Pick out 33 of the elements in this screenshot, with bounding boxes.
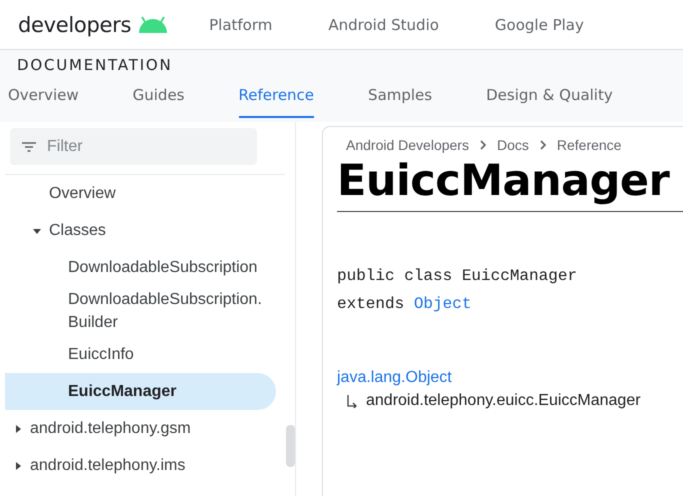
filter-icon [22,142,36,152]
nav-link[interactable]: Android Studio [328,16,439,34]
tab[interactable]: Guides [132,82,184,118]
inherit-arrow-icon [346,394,358,408]
nav-link[interactable]: Platform [209,16,272,34]
tree-item[interactable]: Classes [5,212,276,249]
section-title: DOCUMENTATION [16,55,174,76]
nav-link[interactable]: Google Play [494,16,584,34]
page-title: EuiccManager [337,156,670,206]
class-link[interactable]: java.lang.Object [337,366,452,389]
code-line: public class EuiccManager [337,266,578,287]
chevron-icon [478,140,487,150]
code-line: extends Object [337,294,472,315]
scrollbar-thumb[interactable] [286,425,295,467]
breadcrumb-link[interactable]: Reference [556,137,622,153]
site-logo-text[interactable]: developers [18,12,132,36]
tab[interactable]: Reference [238,82,314,118]
tree-item[interactable]: android.telephony.ims [5,447,276,484]
tree-item[interactable]: DownloadableSubscription [5,249,276,286]
breadcrumb-link[interactable]: Android Developers [346,137,469,153]
tab[interactable]: Overview [8,82,79,118]
filter-field[interactable]: Filter [10,128,257,165]
chevron-icon [538,140,547,150]
tree-item[interactable]: EuiccInfo [5,336,276,373]
tab[interactable]: Design & Quality [486,82,613,118]
class-name: android.telephony.euicc.EuiccManager [366,391,641,411]
tree-item[interactable]: android.telephony.gsm [5,410,276,447]
tree-item[interactable]: Overview [5,175,276,212]
code-link[interactable]: Object [414,295,472,313]
tree-item[interactable]: DownloadableSubscription. Builder [5,286,276,336]
breadcrumb-link[interactable]: Docs [496,137,529,153]
tab[interactable]: Samples [368,82,432,118]
tree-item[interactable]: EuiccManager [5,373,276,410]
